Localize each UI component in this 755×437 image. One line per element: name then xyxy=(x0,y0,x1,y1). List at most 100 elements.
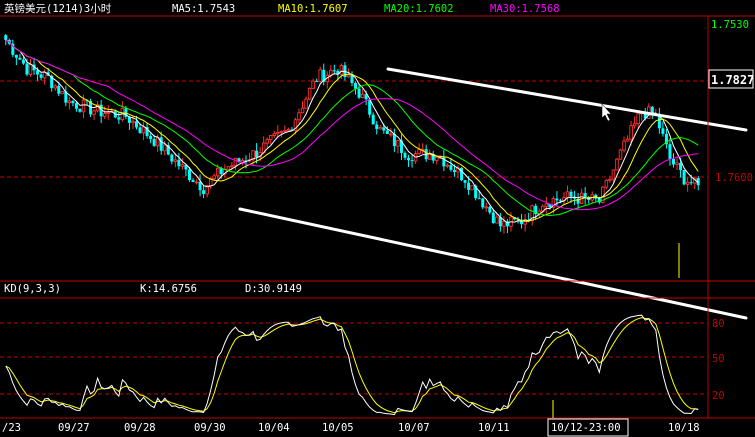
candle-body xyxy=(629,125,633,140)
candle-body xyxy=(315,81,319,83)
chart-grid xyxy=(0,80,708,395)
candle-body xyxy=(407,157,411,161)
chart-title: 英镑美元(1214)3小时 xyxy=(4,2,112,15)
candle-body xyxy=(502,220,506,227)
time-tick-label: 09/30 xyxy=(194,422,226,434)
candle-body xyxy=(53,85,57,89)
candle-body xyxy=(389,133,393,136)
candle-body xyxy=(279,131,284,134)
kd-oscillator-lines xyxy=(5,314,699,416)
candle-body xyxy=(463,180,467,183)
candle-body xyxy=(149,136,153,140)
candle-body xyxy=(608,178,612,181)
candle-body xyxy=(435,156,439,161)
candle-body xyxy=(449,165,453,170)
candle-body xyxy=(191,179,195,182)
candle-body xyxy=(28,64,33,75)
price-label-top: 1.7530 xyxy=(711,19,749,31)
candle-body xyxy=(378,126,383,130)
chart-frame xyxy=(0,15,755,419)
candle-body xyxy=(67,100,72,104)
candle-body xyxy=(152,139,156,146)
candle-body xyxy=(74,103,78,109)
candle-body xyxy=(685,181,690,185)
candle-body xyxy=(60,90,65,95)
candle-body xyxy=(106,111,110,115)
time-tick-label: 10/04 xyxy=(258,422,290,434)
candle-body xyxy=(300,107,305,114)
candle-body xyxy=(371,114,375,125)
candle-body xyxy=(194,181,199,184)
kd-k-value: K:14.6756 xyxy=(140,283,197,295)
candle-body xyxy=(569,191,573,197)
candlestick-chart[interactable]: 英镑美元(1214)3小时 MA5:1.7543 MA10:1.7607 MA2… xyxy=(0,0,755,437)
candle-body xyxy=(57,85,61,94)
candle-body xyxy=(18,57,22,60)
candle-body xyxy=(583,193,587,198)
candle-body xyxy=(636,113,640,125)
candle-body xyxy=(187,169,191,180)
candle-body xyxy=(131,120,135,124)
candle-body xyxy=(682,170,686,185)
candle-body xyxy=(265,139,269,144)
candle-body xyxy=(283,130,287,133)
kd-k-line xyxy=(5,314,699,416)
time-tick-label: 09/27 xyxy=(58,422,90,434)
candle-body xyxy=(4,35,8,40)
candle-body xyxy=(177,159,181,167)
candle-body xyxy=(470,185,474,191)
candle-body xyxy=(565,191,570,199)
candle-body xyxy=(311,80,315,89)
kd-d-value: D:30.9149 xyxy=(245,283,302,295)
current-price-label: 1.7827 xyxy=(711,73,754,87)
candle-body xyxy=(544,203,549,207)
candle-body xyxy=(163,144,167,152)
ma-line-ma10 xyxy=(5,39,699,222)
ma30-label: MA30:1.7568 xyxy=(490,3,560,15)
candle-body xyxy=(675,162,679,165)
candle-body xyxy=(81,99,86,113)
candle-body xyxy=(668,144,672,159)
candle-body xyxy=(92,110,96,115)
kd-indicator-name: KD(9,3,3) xyxy=(4,283,61,295)
candle-body xyxy=(357,88,361,98)
candle-body xyxy=(346,74,351,78)
candle-body xyxy=(329,69,333,76)
kd-d-line xyxy=(5,317,699,414)
candle-body xyxy=(467,182,471,190)
candle-body xyxy=(202,190,206,194)
candle-body xyxy=(488,206,492,213)
candle-body xyxy=(240,159,245,163)
time-tick-label: 10/18 xyxy=(668,422,700,434)
candle-body xyxy=(396,140,400,147)
candle-body xyxy=(625,138,630,142)
kd-tick-80: 80 xyxy=(712,318,725,330)
ma10-label: MA10:1.7607 xyxy=(278,3,348,15)
candle-body xyxy=(661,128,665,134)
candle-body xyxy=(138,127,142,133)
candle-body xyxy=(339,64,344,75)
candle-body xyxy=(173,159,178,162)
candle-body xyxy=(21,59,25,64)
time-tick-label: 10/07 xyxy=(398,422,430,434)
time-tick-label: 09/28 xyxy=(124,422,156,434)
candle-body xyxy=(297,112,301,121)
time-tick-label: /23 xyxy=(2,422,21,434)
candle-body xyxy=(39,74,43,78)
candle-body xyxy=(427,153,432,160)
price-candles xyxy=(4,34,700,234)
candle-body xyxy=(477,198,481,200)
candle-body xyxy=(272,133,277,136)
candle-body xyxy=(307,87,312,100)
price-label-mid: 1.7600 xyxy=(715,172,753,184)
candle-body xyxy=(170,154,174,162)
candle-body xyxy=(375,124,379,129)
candle-body xyxy=(276,131,280,135)
candle-body xyxy=(491,212,495,224)
crosshair-time-label: 10/12-23:00 xyxy=(551,422,621,434)
candle-body xyxy=(615,158,619,171)
candle-body xyxy=(445,164,450,167)
candle-body xyxy=(71,100,75,104)
candle-body xyxy=(304,98,308,109)
candle-body xyxy=(159,137,163,151)
